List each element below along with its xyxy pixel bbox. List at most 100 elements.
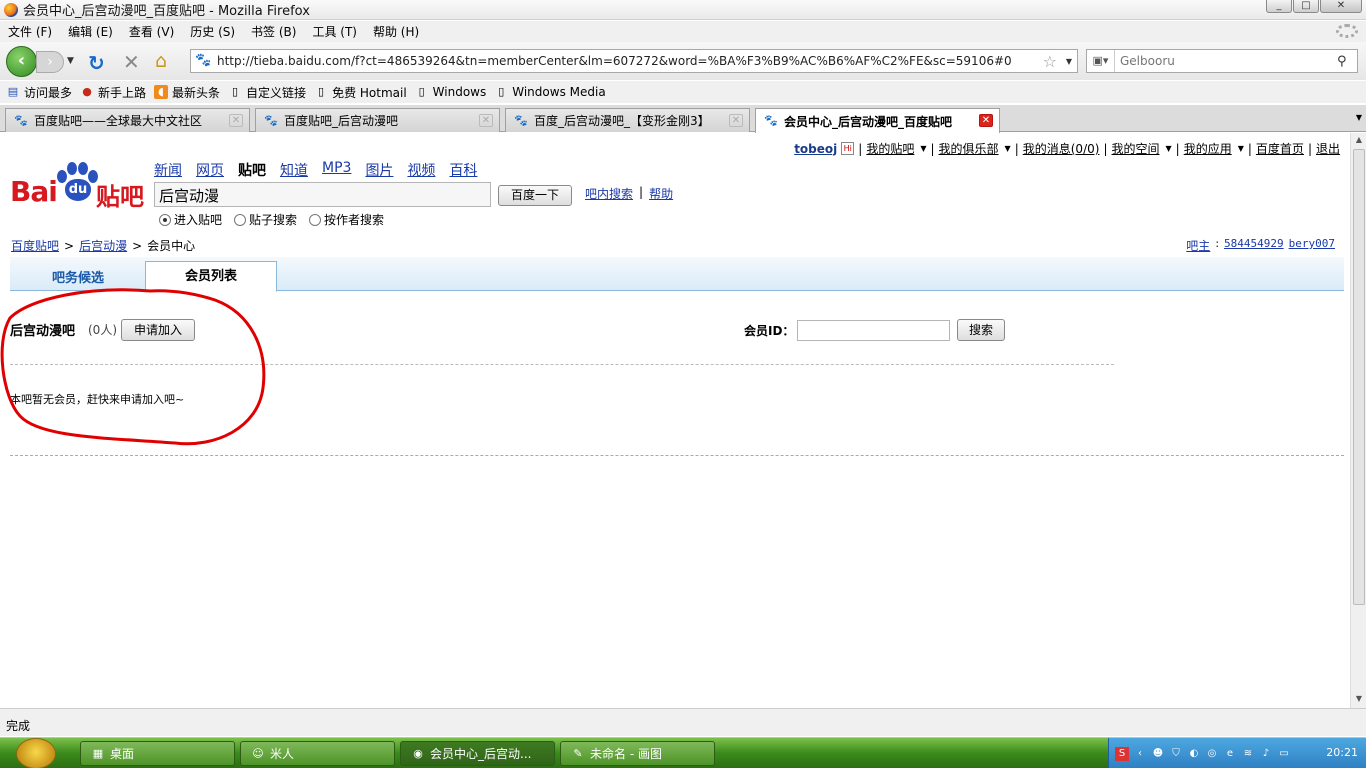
url-text[interactable]: http://tieba.baidu.com/f?ct=486539264&tn…	[217, 54, 1012, 68]
speaker-icon[interactable]: ♪	[1259, 747, 1273, 761]
tab-close-icon[interactable]: ✕	[729, 114, 743, 127]
channel-web[interactable]: 网页	[196, 160, 224, 180]
inbar-search-link[interactable]: 吧内搜索	[585, 185, 633, 202]
owner-link[interactable]: bery007	[1289, 237, 1335, 254]
forward-button[interactable]: ›	[36, 51, 64, 73]
tab-close-icon[interactable]: ✕	[229, 114, 243, 127]
wifi-icon[interactable]: ≋	[1241, 747, 1255, 761]
radio-circle-icon[interactable]	[159, 213, 171, 226]
menu-help[interactable]: 帮助 (H)	[365, 23, 427, 40]
bookmark-hotmail[interactable]: ▯ 免费 Hotmail	[314, 84, 407, 101]
taskbar-miren[interactable]: ☺ 米人	[240, 741, 395, 766]
bookmark-most-visited[interactable]: ▤ 访问最多	[6, 84, 72, 101]
owner-link[interactable]: 584454929	[1224, 237, 1284, 254]
search-input[interactable]	[1115, 54, 1337, 68]
tab-tieba-home[interactable]: 🐾 百度贴吧——全球最大中文社区 ✕	[5, 108, 250, 132]
radio-author-search[interactable]: 按作者搜索	[309, 211, 384, 228]
username-link[interactable]: tobeoj	[794, 142, 837, 156]
bookmark-custom-links[interactable]: ▯ 自定义链接	[228, 84, 306, 101]
taskbar-firefox[interactable]: ◉ 会员中心_后宫动...	[400, 741, 555, 766]
network-icon[interactable]: ◎	[1205, 747, 1219, 761]
history-dropdown-icon[interactable]: ▼	[67, 56, 74, 66]
home-icon[interactable]: ⌂	[155, 50, 167, 72]
help-link[interactable]: 帮助	[649, 185, 673, 202]
scroll-down-icon[interactable]: ▼	[1353, 694, 1365, 706]
taskbar-paint[interactable]: ✎ 未命名 - 画图	[560, 741, 715, 766]
search-bar[interactable]: ▣▾ ⚲	[1086, 49, 1358, 73]
member-id-input[interactable]	[797, 320, 950, 341]
dropdown-arrow-icon[interactable]: ▼	[920, 144, 926, 153]
bookmark-getting-started[interactable]: ● 新手上路	[80, 84, 146, 101]
baidu-home-link[interactable]: 百度首页	[1256, 140, 1304, 157]
dropdown-arrow-icon[interactable]: ▼	[1166, 144, 1172, 153]
breadcrumb-bar[interactable]: 后宫动漫	[79, 237, 127, 254]
minimize-button[interactable]: _	[1266, 0, 1292, 13]
channel-baike[interactable]: 百科	[449, 160, 477, 180]
close-window-button[interactable]: ✕	[1320, 0, 1362, 13]
search-engine-icon[interactable]: ▣▾	[1087, 50, 1115, 72]
radio-post-search[interactable]: 贴子搜索	[234, 211, 297, 228]
clock[interactable]: 20:21	[1326, 746, 1358, 759]
maximize-button[interactable]: □	[1293, 0, 1319, 13]
my-apps-link[interactable]: 我的应用	[1184, 140, 1232, 157]
menu-history[interactable]: 历史 (S)	[182, 23, 243, 40]
radio-circle-icon[interactable]	[234, 213, 247, 226]
dropdown-arrow-icon[interactable]: ▼	[1238, 144, 1244, 153]
member-search-button[interactable]: 搜索	[957, 319, 1005, 341]
my-club-link[interactable]: 我的俱乐部	[939, 140, 999, 157]
user-icon[interactable]: ☻	[1151, 747, 1165, 761]
back-button[interactable]: ‹	[6, 46, 37, 77]
input-method-icon[interactable]: S	[1115, 746, 1129, 761]
scroll-thumb[interactable]	[1353, 149, 1365, 605]
menu-file[interactable]: 文件 (F)	[0, 23, 60, 40]
tab-list-icon[interactable]: ▼	[1356, 113, 1362, 122]
tab-houguan-bar[interactable]: 🐾 百度贴吧_后宫动漫吧 ✕	[255, 108, 500, 132]
scroll-up-icon[interactable]: ▲	[1353, 135, 1365, 147]
tab-transformers-post[interactable]: 🐾 百度_后宫动漫吧_【变形金刚3】 ✕	[505, 108, 750, 132]
tab-candidates[interactable]: 吧务候选	[52, 267, 104, 286]
taskbar-desktop[interactable]: ▦ 桌面	[80, 741, 235, 766]
bookmark-latest-headlines[interactable]: ◖ 最新头条	[154, 84, 220, 101]
channel-mp3[interactable]: MP3	[322, 160, 351, 180]
url-bar[interactable]: 🐾 http://tieba.baidu.com/f?ct=486539264&…	[190, 49, 1078, 73]
tab-member-list[interactable]: 会员列表	[145, 261, 277, 292]
baidu-search-button[interactable]: 百度一下	[498, 185, 572, 206]
start-button[interactable]	[16, 738, 56, 768]
monitor-icon[interactable]: ▭	[1277, 747, 1291, 761]
menu-bookmarks[interactable]: 书签 (B)	[243, 23, 304, 40]
apply-join-button[interactable]: 申请加入	[121, 319, 195, 341]
url-dropdown-icon[interactable]: ▼	[1066, 57, 1072, 66]
logout-link[interactable]: 退出	[1316, 140, 1340, 157]
antivirus-icon[interactable]: ◐	[1187, 747, 1201, 761]
breadcrumb-tieba[interactable]: 百度贴吧	[11, 237, 59, 254]
channel-video[interactable]: 视频	[407, 160, 435, 180]
vertical-scrollbar[interactable]: ▲ ▼	[1350, 133, 1366, 708]
tab-close-icon[interactable]: ✕	[979, 114, 993, 127]
baidu-hi-icon[interactable]: Hi	[841, 142, 855, 155]
bookmark-windows-media[interactable]: ▯ Windows Media	[494, 85, 605, 99]
channel-images[interactable]: 图片	[365, 160, 393, 180]
tab-member-center[interactable]: 🐾 会员中心_后宫动漫吧_百度贴吧 ✕	[755, 108, 1000, 133]
reload-icon[interactable]: ↻	[88, 51, 105, 75]
dropdown-arrow-icon[interactable]: ▼	[1005, 144, 1011, 153]
my-tieba-link[interactable]: 我的贴吧	[866, 140, 914, 157]
radio-circle-icon[interactable]	[309, 213, 322, 226]
menu-edit[interactable]: 编辑 (E)	[60, 23, 121, 40]
menu-view[interactable]: 查看 (V)	[121, 23, 182, 40]
my-messages-link[interactable]: 我的消息(0/0)	[1023, 140, 1100, 157]
owner-label[interactable]: 吧主	[1186, 237, 1210, 254]
shield-icon[interactable]: ⛉	[1169, 747, 1183, 761]
bookmark-star-icon[interactable]: ☆	[1043, 52, 1057, 71]
menu-tools[interactable]: 工具 (T)	[304, 23, 365, 40]
baidu-tieba-logo[interactable]: Bai du 贴吧	[10, 161, 146, 211]
channel-zhidao[interactable]: 知道	[280, 160, 308, 180]
my-space-link[interactable]: 我的空间	[1111, 140, 1159, 157]
radio-enter-bar[interactable]: 进入贴吧	[159, 211, 222, 228]
bookmark-windows[interactable]: ▯ Windows	[415, 85, 487, 99]
search-magnifier-icon[interactable]: ⚲	[1337, 54, 1357, 69]
tieba-search-input[interactable]: 后宫动漫	[154, 182, 491, 207]
ie-icon[interactable]: e	[1223, 747, 1237, 761]
channel-news[interactable]: 新闻	[154, 160, 182, 180]
stop-icon[interactable]: ✕	[123, 50, 140, 74]
tab-close-icon[interactable]: ✕	[479, 114, 493, 127]
